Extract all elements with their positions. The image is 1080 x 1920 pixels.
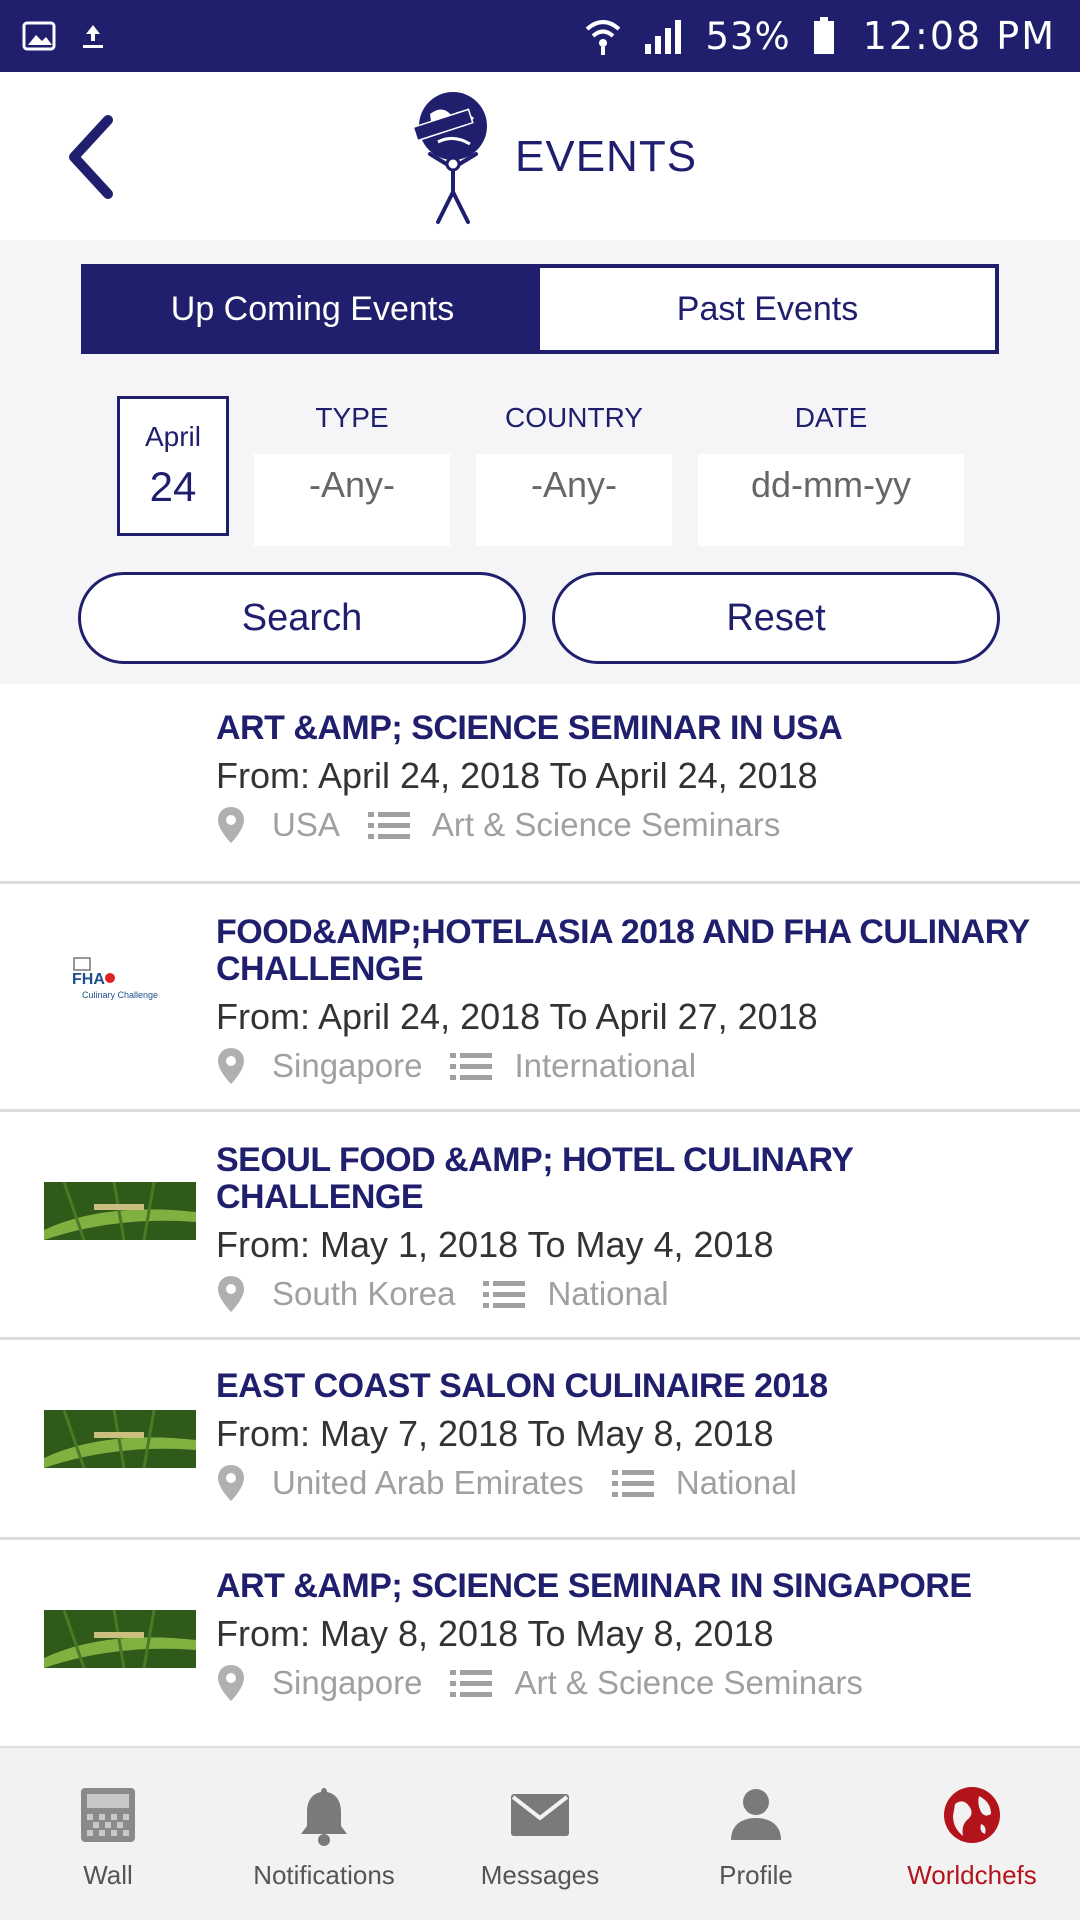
tab-upcoming-events[interactable]: Up Coming Events <box>85 268 540 350</box>
event-category: Art & Science Seminars <box>514 1664 863 1701</box>
event-category: Art & Science Seminars <box>431 806 781 843</box>
event-body: FOOD&AMP;HOTELASIA 2018 AND FHA CULINARY… <box>216 914 1060 1090</box>
date-label: DATE <box>794 402 868 433</box>
type-label: TYPE <box>315 402 389 433</box>
gallery-icon <box>22 21 56 51</box>
nav-notifications[interactable]: Notifications <box>216 1748 432 1920</box>
event-meta: Singapore International <box>216 1042 1060 1090</box>
reset-button[interactable]: Reset <box>552 572 1000 664</box>
event-item[interactable]: ART &AMP; SCIENCE SEMINAR IN SINGAPORE F… <box>0 1540 1080 1740</box>
fha-logo-subtext: Culinary Challenge <box>82 990 158 1000</box>
date-input[interactable]: dd-mm-yy <box>698 454 964 546</box>
worldchefs-logo <box>412 92 487 224</box>
today-month: April <box>144 421 201 452</box>
event-list: ART &AMP; SCIENCE SEMINAR IN USA From: A… <box>0 684 1080 1740</box>
event-item[interactable]: ART &AMP; SCIENCE SEMINAR IN USA From: A… <box>0 684 1080 884</box>
nav-messages[interactable]: Messages <box>432 1748 648 1920</box>
today-date-badge: April 24 <box>117 396 229 536</box>
event-body: EAST COAST SALON CULINAIRE 2018 From: Ma… <box>216 1368 1060 1507</box>
clock: 12:08 PM <box>862 14 1056 58</box>
nav-profile-label: Profile <box>719 1860 793 1890</box>
events-segmented-control: Up Coming Events Past Events <box>81 264 999 354</box>
list-icon <box>611 1470 654 1497</box>
filter-panel: Up Coming Events Past Events April 24 TY… <box>0 240 1080 684</box>
nav-wall-label: Wall <box>83 1860 133 1890</box>
leaf-thumbnail-icon <box>44 1610 196 1668</box>
event-item[interactable]: EAST COAST SALON CULINAIRE 2018 From: Ma… <box>0 1340 1080 1540</box>
event-dates: From: May 7, 2018 To May 8, 2018 <box>216 1413 774 1454</box>
location-pin-icon <box>218 1465 244 1501</box>
event-dates: From: April 24, 2018 To April 27, 2018 <box>216 996 818 1037</box>
event-country: United Arab Emirates <box>272 1464 584 1501</box>
event-title: EAST COAST SALON CULINAIRE 2018 <box>216 1367 828 1405</box>
event-body: ART &AMP; SCIENCE SEMINAR IN USA From: A… <box>216 710 1060 849</box>
event-item[interactable]: SEOUL FOOD &AMP; HOTEL CULINARY CHALLENG… <box>0 1112 1080 1340</box>
list-icon <box>450 1053 493 1080</box>
event-category: National <box>675 1464 797 1501</box>
nav-worldchefs-label: Worldchefs <box>907 1860 1037 1890</box>
wall-icon <box>81 1788 135 1842</box>
status-bar: 53% 12:08 PM <box>0 0 1080 72</box>
country-select[interactable]: -Any- <box>476 454 672 546</box>
location-pin-icon <box>218 807 244 843</box>
location-pin-icon <box>218 1665 244 1701</box>
bottom-nav: Wall Notifications Messages Profile Worl… <box>0 1746 1080 1920</box>
nav-messages-label: Messages <box>480 1860 600 1890</box>
event-country: Singapore <box>272 1664 423 1701</box>
event-title: ART &AMP; SCIENCE SEMINAR IN USA <box>216 709 843 747</box>
battery-icon <box>813 17 834 54</box>
event-body: ART &AMP; SCIENCE SEMINAR IN SINGAPORE F… <box>216 1568 1060 1707</box>
location-pin-icon <box>218 1048 244 1084</box>
wifi-icon <box>586 20 621 55</box>
event-country: South Korea <box>272 1275 456 1312</box>
event-body: SEOUL FOOD &AMP; HOTEL CULINARY CHALLENG… <box>216 1142 1060 1318</box>
nav-profile[interactable]: Profile <box>648 1748 864 1920</box>
event-category: National <box>547 1275 669 1312</box>
country-label: COUNTRY <box>505 402 643 433</box>
signal-icon <box>645 20 682 54</box>
event-meta: United Arab Emirates National <box>216 1459 1060 1507</box>
event-country: USA <box>272 806 340 843</box>
list-icon <box>450 1670 493 1697</box>
envelope-icon <box>511 1794 569 1836</box>
today-day: 24 <box>149 463 197 510</box>
fha-logo-icon: FHA Culinary Challenge <box>72 957 158 1000</box>
leaf-thumbnail-icon <box>44 1182 196 1240</box>
tab-past-events[interactable]: Past Events <box>540 268 995 350</box>
upload-icon <box>83 25 103 48</box>
event-item[interactable]: FHA Culinary Challenge FOOD&AMP;HOTELASI… <box>0 884 1080 1112</box>
person-icon <box>731 1789 781 1840</box>
event-dates: From: April 24, 2018 To April 24, 2018 <box>216 755 818 796</box>
event-dates: From: May 1, 2018 To May 4, 2018 <box>216 1224 774 1265</box>
nav-wall[interactable]: Wall <box>0 1748 216 1920</box>
search-button[interactable]: Search <box>78 572 526 664</box>
event-meta: Singapore Art & Science Seminars <box>216 1659 1060 1707</box>
nav-worldchefs[interactable]: Worldchefs <box>864 1748 1080 1920</box>
list-icon <box>483 1281 526 1308</box>
event-category: International <box>514 1047 697 1084</box>
fha-logo-text: FHA <box>72 971 105 988</box>
back-arrow-icon[interactable] <box>62 112 122 202</box>
app-bar: EVENTS <box>0 72 1080 240</box>
type-select[interactable]: -Any- <box>254 454 450 546</box>
event-meta: USA Art & Science Seminars <box>216 801 1060 849</box>
event-title: ART &AMP; SCIENCE SEMINAR IN SINGAPORE <box>216 1567 972 1605</box>
page-title: EVENTS <box>515 132 698 181</box>
battery-percent: 53% <box>705 14 791 58</box>
event-meta: South Korea National <box>216 1270 1060 1318</box>
leaf-thumbnail-icon <box>44 1410 196 1468</box>
location-pin-icon <box>218 1276 244 1312</box>
list-icon <box>367 812 410 839</box>
bell-icon <box>301 1788 347 1846</box>
event-dates: From: May 8, 2018 To May 8, 2018 <box>216 1613 774 1654</box>
event-title: SEOUL FOOD &AMP; HOTEL CULINARY CHALLENG… <box>216 1141 853 1216</box>
globe-icon <box>944 1787 1000 1843</box>
event-title: FOOD&AMP;HOTELASIA 2018 AND FHA CULINARY… <box>216 913 1030 988</box>
event-thumbnail-fha: FHA Culinary Challenge <box>44 954 196 1012</box>
event-country: Singapore <box>272 1047 423 1084</box>
nav-notifications-label: Notifications <box>253 1860 395 1890</box>
